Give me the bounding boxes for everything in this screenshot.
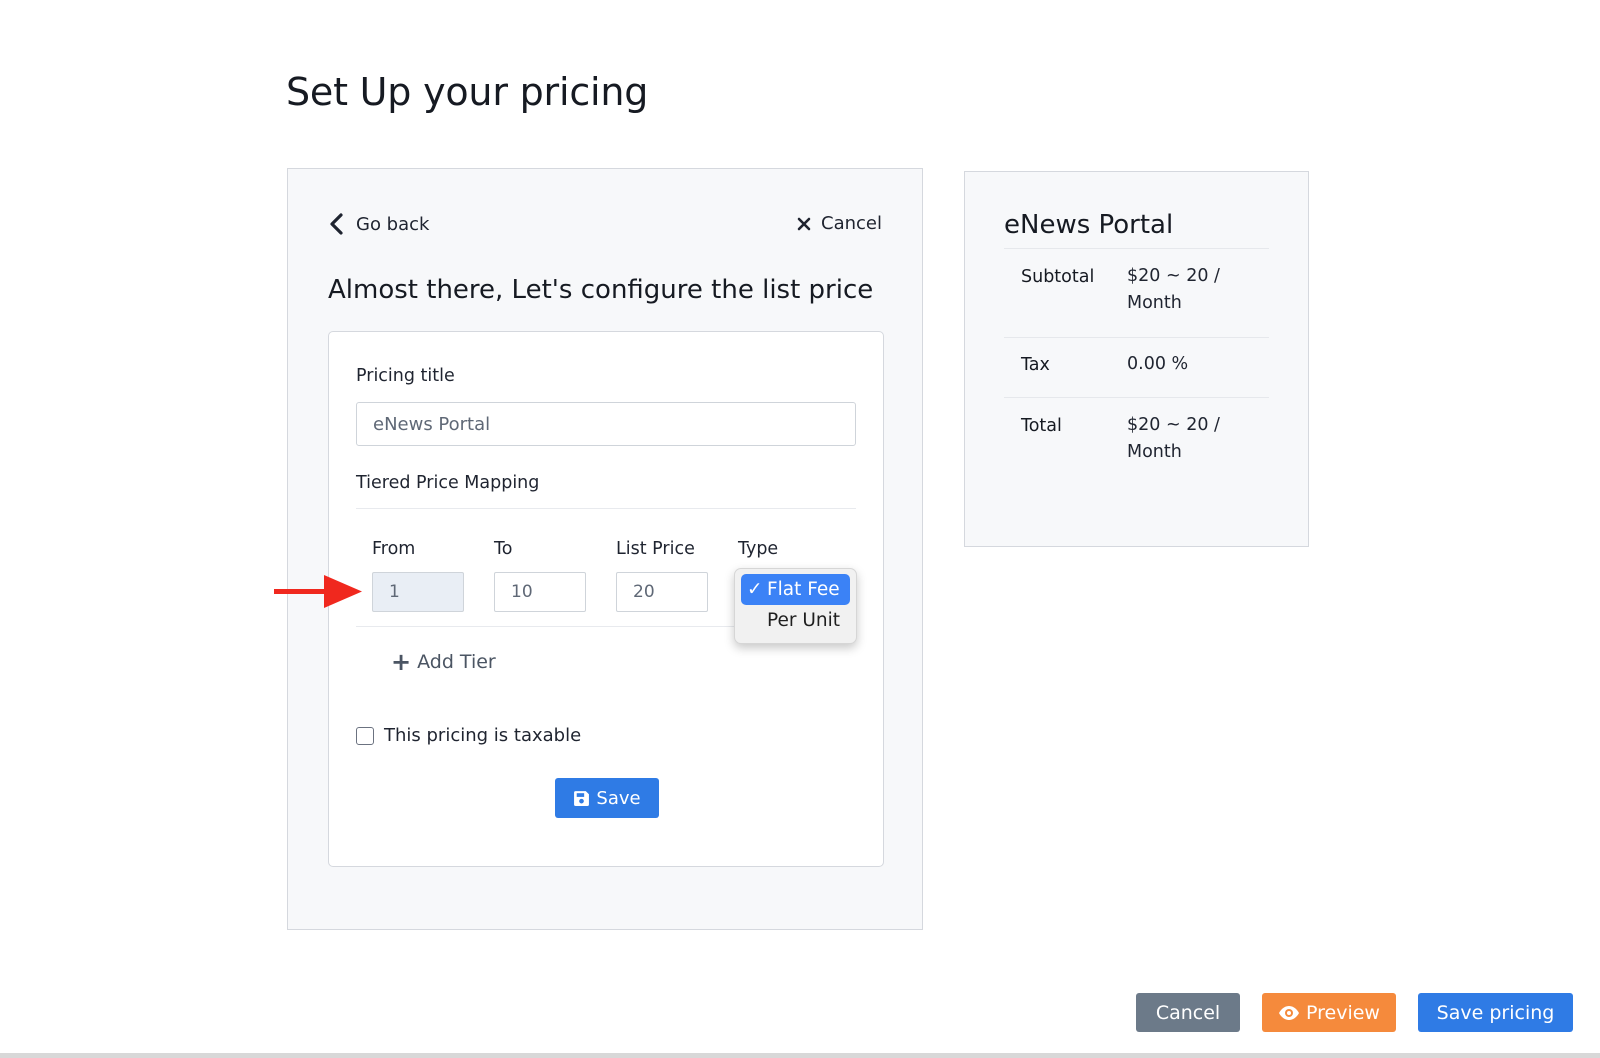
summary-title: eNews Portal bbox=[1004, 210, 1174, 240]
type-dropdown-menu[interactable]: ✓ Flat Fee Per Unit bbox=[734, 568, 857, 644]
check-icon: ✓ bbox=[747, 579, 763, 600]
tier-list-price-input[interactable] bbox=[616, 572, 708, 612]
save-pricing-button[interactable]: Save pricing bbox=[1418, 993, 1573, 1032]
tiered-price-mapping-label: Tiered Price Mapping bbox=[356, 473, 540, 493]
save-button-label: Save bbox=[596, 787, 641, 809]
pricing-config-panel: Go back Cancel Almost there, Let's confi… bbox=[287, 168, 923, 930]
tax-value: 0.00 % bbox=[1127, 354, 1189, 374]
page-title: Set Up your pricing bbox=[286, 70, 649, 114]
save-pricing-label: Save pricing bbox=[1436, 1001, 1555, 1024]
subtotal-label: Subtotal bbox=[1021, 267, 1095, 287]
add-tier-button[interactable]: + Add Tier bbox=[391, 650, 496, 674]
footer-cancel-label: Cancel bbox=[1155, 1001, 1221, 1024]
column-header-list-price: List Price bbox=[616, 539, 695, 559]
tier-from-input[interactable] bbox=[372, 572, 464, 612]
taxable-checkbox-row[interactable]: This pricing is taxable bbox=[356, 725, 581, 746]
taxable-checkbox[interactable] bbox=[356, 726, 374, 745]
bottom-scrollbar[interactable] bbox=[0, 1053, 1600, 1058]
tier-to-input[interactable] bbox=[494, 572, 586, 612]
add-tier-label: Add Tier bbox=[417, 651, 496, 673]
total-value: $20 ~ 20 / Month bbox=[1127, 415, 1220, 462]
plus-icon: + bbox=[391, 648, 412, 676]
type-option-label: Per Unit bbox=[767, 610, 841, 631]
pricing-title-input[interactable] bbox=[356, 402, 856, 446]
eye-icon bbox=[1279, 1005, 1300, 1020]
summary-divider bbox=[1004, 397, 1269, 398]
summary-divider bbox=[1004, 248, 1269, 249]
column-header-from: From bbox=[372, 539, 416, 559]
footer-cancel-button[interactable]: Cancel bbox=[1136, 993, 1240, 1032]
order-summary-panel: eNews Portal Subtotal $20 ~ 20 / Month T… bbox=[964, 171, 1309, 547]
close-icon bbox=[797, 217, 811, 230]
pricing-title-label: Pricing title bbox=[356, 366, 455, 386]
save-button[interactable]: Save bbox=[555, 778, 659, 818]
panel-heading: Almost there, Let's configure the list p… bbox=[328, 275, 874, 305]
subtotal-value: $20 ~ 20 / Month bbox=[1127, 266, 1220, 313]
cancel-link[interactable]: Cancel bbox=[797, 213, 882, 234]
preview-button[interactable]: Preview bbox=[1262, 993, 1396, 1032]
chevron-left-icon bbox=[330, 213, 343, 235]
cancel-link-label: Cancel bbox=[821, 213, 882, 234]
preview-label: Preview bbox=[1306, 1001, 1380, 1024]
go-back-label: Go back bbox=[356, 213, 430, 235]
type-option-label: Flat Fee bbox=[767, 579, 840, 600]
column-header-type: Type bbox=[738, 539, 779, 559]
annotation-arrow-icon bbox=[274, 575, 362, 608]
type-option-flat-fee[interactable]: ✓ Flat Fee bbox=[741, 574, 850, 605]
section-divider bbox=[356, 508, 856, 509]
floppy-disk-icon bbox=[574, 790, 590, 806]
taxable-label: This pricing is taxable bbox=[384, 725, 582, 746]
total-label: Total bbox=[1021, 416, 1062, 436]
summary-divider bbox=[1004, 337, 1269, 338]
type-option-per-unit[interactable]: Per Unit bbox=[741, 605, 850, 636]
column-header-to: To bbox=[494, 539, 513, 559]
pricing-form-card: Pricing title Tiered Price Mapping From … bbox=[328, 331, 884, 867]
go-back-link[interactable]: Go back bbox=[328, 213, 429, 235]
tax-label: Tax bbox=[1021, 355, 1050, 375]
